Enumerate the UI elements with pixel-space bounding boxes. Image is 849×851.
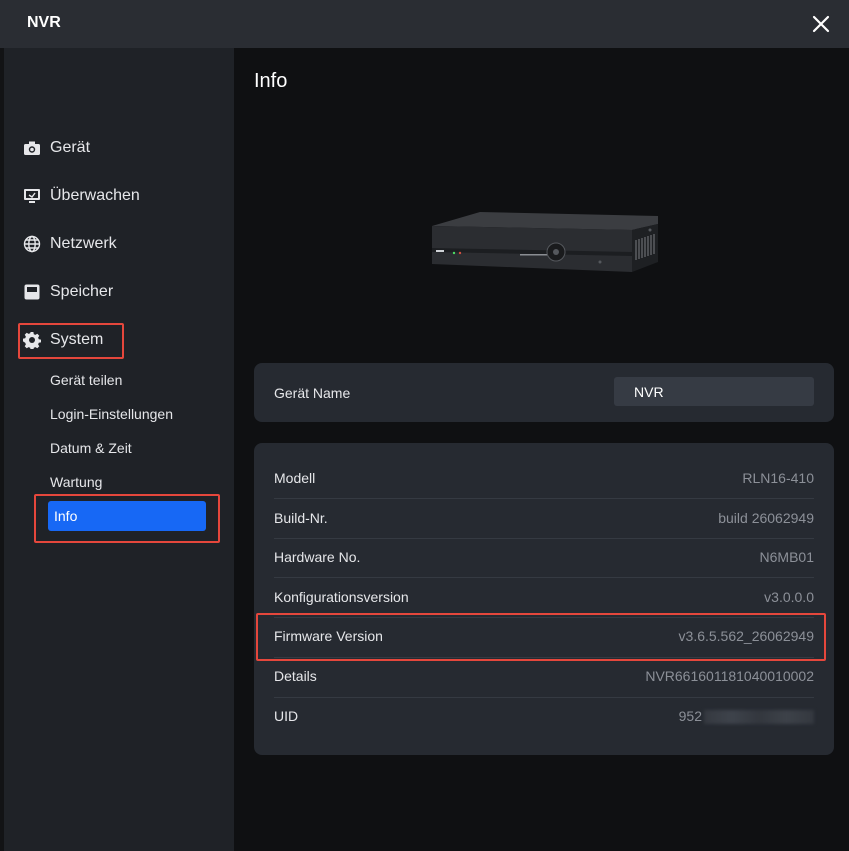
info-value: 952 — [678, 707, 814, 725]
page-title: Info — [254, 70, 288, 92]
info-label: Details — [274, 668, 317, 684]
info-value: v3.0.0.0 — [764, 589, 814, 605]
sub-item-datum-zeit[interactable]: Datum & Zeit — [50, 440, 132, 456]
device-name-label: Gerät Name — [274, 385, 351, 401]
info-row-modell: Modell RLN16-410 — [274, 458, 814, 498]
sub-item-wartung[interactable]: Wartung — [50, 474, 102, 490]
info-label: Hardware No. — [274, 549, 361, 565]
window-title: NVR — [27, 14, 61, 31]
highlight-info — [34, 494, 220, 543]
highlight-system — [18, 323, 124, 359]
sidebar-item-speicher[interactable]: Speicher — [22, 278, 113, 306]
info-row-uid: UID 952 — [274, 696, 814, 736]
sidebar-item-label: Überwachen — [50, 187, 140, 204]
highlight-firmware — [256, 613, 826, 661]
info-value: NVR661601181040010002 — [645, 668, 814, 684]
sidebar-item-geraet[interactable]: Gerät — [22, 134, 90, 162]
info-row-konfiguration: Konfigurationsversion v3.0.0.0 — [274, 577, 814, 617]
storage-icon — [22, 282, 42, 302]
info-row-details: Details NVR661601181040010002 — [274, 656, 814, 696]
monitor-icon — [22, 186, 42, 206]
info-row-hardware: Hardware No. N6MB01 — [274, 537, 814, 577]
sub-item-login-einstellungen[interactable]: Login-Einstellungen — [50, 406, 173, 422]
sidebar-item-label: Netzwerk — [50, 235, 117, 252]
uid-value: 952 — [678, 707, 702, 724]
close-button[interactable] — [807, 10, 835, 38]
info-label: UID — [274, 708, 299, 724]
info-value: build 26062949 — [718, 510, 814, 526]
title-bar: NVR — [0, 0, 849, 48]
info-value: RLN16-410 — [742, 470, 814, 486]
info-label: Modell — [274, 470, 316, 486]
device-name-field[interactable]: NVR — [614, 377, 814, 406]
sidebar-item-label: Speicher — [50, 283, 114, 300]
nvr-device-image — [430, 212, 662, 287]
redacted-uid — [704, 710, 814, 725]
close-icon — [812, 15, 830, 33]
camera-icon — [22, 138, 42, 158]
info-label: Build-Nr. — [274, 510, 328, 526]
device-name-card: Gerät Name NVR — [254, 363, 834, 422]
info-value: N6MB01 — [759, 549, 814, 565]
info-card: Modell RLN16-410 Build-Nr. build 2606294… — [254, 443, 834, 755]
sub-item-geraet-teilen[interactable]: Gerät teilen — [50, 372, 122, 388]
sidebar-item-label: Gerät — [50, 139, 91, 156]
sidebar-item-netzwerk[interactable]: Netzwerk — [22, 230, 117, 258]
sidebar-item-ueberwachen[interactable]: Überwachen — [22, 182, 140, 210]
globe-icon — [22, 234, 42, 254]
info-row-build: Build-Nr. build 26062949 — [274, 498, 814, 538]
info-label: Konfigurationsversion — [274, 589, 409, 605]
